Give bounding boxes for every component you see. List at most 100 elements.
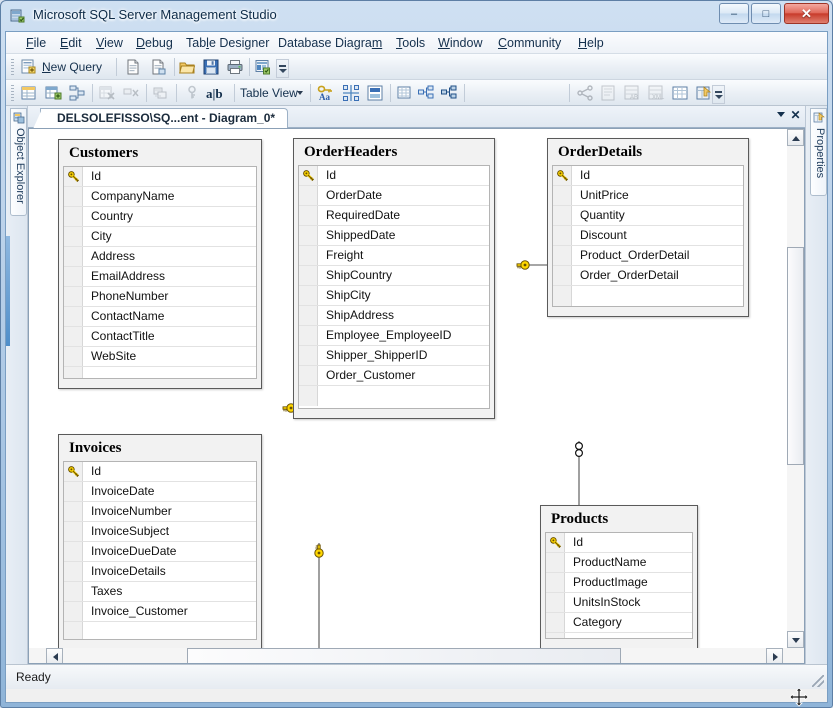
table-view-dropdown-icon[interactable] (297, 91, 303, 95)
menu-view[interactable]: View (90, 35, 129, 52)
delete-table-icon[interactable] (98, 84, 116, 102)
arrange-tables-icon[interactable] (342, 84, 360, 102)
toolbar-overflow-button[interactable] (276, 59, 289, 78)
recalculate-page-breaks-icon[interactable] (440, 84, 458, 102)
entity-invoices[interactable]: Invoices Id InvoiceDate InvoiceNumber In… (58, 434, 262, 648)
column-row[interactable]: PhoneNumber (64, 287, 256, 307)
relationships-icon[interactable] (152, 84, 170, 102)
save-icon[interactable] (202, 58, 220, 76)
column-row[interactable]: InvoiceDetails (64, 562, 256, 582)
column-row[interactable]: Order_OrderDetail (553, 266, 743, 286)
column-row[interactable]: ContactTitle (64, 327, 256, 347)
column-row[interactable]: Id (553, 166, 743, 186)
set-primary-key-icon[interactable] (183, 84, 201, 102)
new-text-annotation-icon[interactable] (576, 84, 594, 102)
new-query-label[interactable]: New Query (42, 60, 102, 74)
diagram-canvas[interactable]: Customers Id CompanyName Country City Ad… (29, 129, 789, 648)
document-tab-close-icon[interactable]: ✕ (789, 109, 802, 122)
column-row[interactable]: Id (299, 166, 489, 186)
column-row[interactable]: Category (546, 613, 692, 633)
manage-indexes-icon[interactable] (671, 84, 689, 102)
close-button[interactable]: ✕ (784, 3, 829, 24)
column-row[interactable]: UnitPrice (553, 186, 743, 206)
indexes-keys-icon[interactable]: AB (623, 84, 641, 102)
arrange-selection-icon[interactable] (366, 84, 384, 102)
properties-window-icon[interactable] (695, 84, 713, 102)
column-row[interactable]: WebSite (64, 347, 256, 367)
page-breaks-icon[interactable] (417, 84, 435, 102)
menu-debug[interactable]: Debug (130, 35, 179, 52)
column-row[interactable]: Id (64, 167, 256, 187)
minimize-button[interactable]: – (719, 3, 749, 24)
column-row[interactable]: Id (546, 533, 692, 553)
menu-table-designer[interactable]: Table Designer (180, 35, 275, 52)
resize-grip[interactable] (812, 675, 824, 687)
column-row[interactable]: Shipper_ShipperID (299, 346, 489, 366)
horizontal-scroll-thumb[interactable] (187, 648, 621, 663)
column-row-empty[interactable] (299, 386, 489, 406)
column-row[interactable]: City (64, 227, 256, 247)
show-relationship-labels-icon[interactable] (395, 84, 413, 102)
column-names-mode-icon[interactable]: a|b (206, 86, 223, 102)
column-row[interactable]: ContactName (64, 307, 256, 327)
column-row[interactable]: UnitsInStock (546, 593, 692, 613)
print-icon[interactable] (226, 58, 244, 76)
menu-file[interactable]: File (20, 35, 52, 52)
menu-tools[interactable]: Tools (390, 35, 431, 52)
column-row-empty[interactable] (546, 633, 692, 638)
column-row[interactable]: InvoiceNumber (64, 502, 256, 522)
column-row-empty[interactable] (553, 286, 743, 306)
menu-window[interactable]: Window (432, 35, 488, 52)
column-row[interactable]: Invoice_Customer (64, 602, 256, 622)
column-row[interactable]: ProductName (546, 553, 692, 573)
column-row[interactable]: Country (64, 207, 256, 227)
column-row[interactable]: ShipAddress (299, 306, 489, 326)
column-row[interactable]: CompanyName (64, 187, 256, 207)
document-tab-diagram[interactable]: DELSOLEFISSO\SQ...ent - Diagram_0* (32, 108, 289, 129)
new-query-icon[interactable] (20, 58, 38, 76)
diagram-vertical-scrollbar[interactable] (787, 129, 804, 648)
column-row[interactable]: InvoiceDate (64, 482, 256, 502)
column-row[interactable]: ShippedDate (299, 226, 489, 246)
toolbar-overflow-button[interactable] (712, 85, 725, 104)
column-row[interactable]: ProductImage (546, 573, 692, 593)
scroll-right-button[interactable] (766, 648, 783, 663)
column-row[interactable]: ShipCountry (299, 266, 489, 286)
column-row[interactable]: Taxes (64, 582, 256, 602)
scroll-up-button[interactable] (787, 129, 804, 146)
column-row[interactable]: RequiredDate (299, 206, 489, 226)
table-view-label[interactable]: Table View (240, 86, 298, 100)
menu-community[interactable]: Community (492, 35, 567, 52)
scroll-down-button[interactable] (787, 631, 804, 648)
document-tab-list-icon[interactable] (777, 112, 785, 117)
column-row-empty[interactable] (64, 622, 256, 639)
entity-orderdetails[interactable]: OrderDetails Id UnitPrice Quantity Disco… (547, 138, 749, 317)
column-row[interactable]: Address (64, 247, 256, 267)
column-row[interactable]: Discount (553, 226, 743, 246)
table-properties-icon[interactable] (599, 84, 617, 102)
column-row[interactable]: Employee_EmployeeID (299, 326, 489, 346)
new-file-icon[interactable] (124, 58, 142, 76)
entity-customers[interactable]: Customers Id CompanyName Country City Ad… (58, 139, 262, 389)
column-row[interactable]: InvoiceSubject (64, 522, 256, 542)
sidebar-tab-object-explorer[interactable]: Object Explorer (10, 108, 27, 216)
menu-help[interactable]: Help (572, 35, 610, 52)
add-related-tables-icon[interactable] (68, 84, 86, 102)
add-table-icon[interactable] (44, 84, 62, 102)
column-row[interactable]: Order_Customer (299, 366, 489, 386)
open-file-icon[interactable] (178, 58, 196, 76)
new-table-icon[interactable] (20, 84, 38, 102)
maximize-button[interactable]: □ (751, 3, 781, 24)
autosize-text-icon[interactable]: Aa (316, 84, 334, 102)
new-script-icon[interactable] (150, 58, 168, 76)
execute-report-icon[interactable] (254, 58, 272, 76)
vertical-scroll-thumb[interactable] (787, 247, 804, 465)
column-row[interactable]: ShipCity (299, 286, 489, 306)
diagram-horizontal-scrollbar[interactable] (29, 648, 804, 663)
menu-database-diagram[interactable]: Database Diagram (272, 35, 388, 52)
column-row[interactable]: Quantity (553, 206, 743, 226)
column-row[interactable]: Product_OrderDetail (553, 246, 743, 266)
column-row[interactable]: InvoiceDueDate (64, 542, 256, 562)
sidebar-tab-properties[interactable]: Properties (810, 108, 827, 196)
menu-edit[interactable]: Edit (54, 35, 88, 52)
